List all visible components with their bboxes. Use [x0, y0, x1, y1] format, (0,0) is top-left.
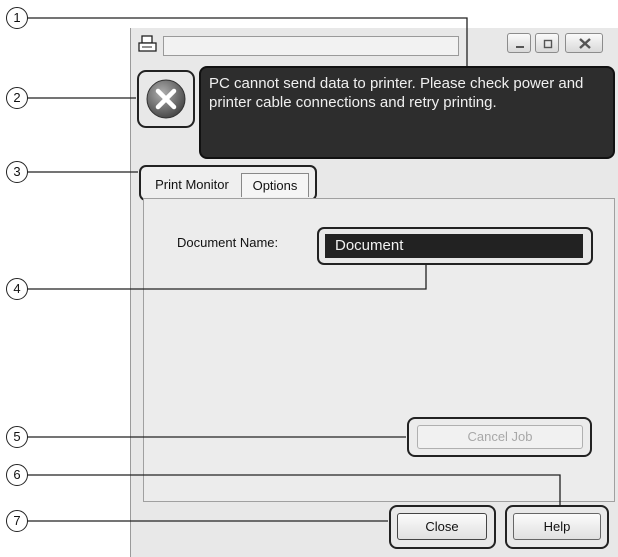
- printer-icon: [137, 34, 159, 54]
- title-bar: [131, 28, 618, 64]
- callout-7: 7: [6, 510, 28, 532]
- document-name-field: Document: [325, 234, 583, 258]
- callout-5: 5: [6, 426, 28, 448]
- cancel-job-button[interactable]: Cancel Job: [417, 425, 583, 449]
- document-name-label: Document Name:: [177, 235, 279, 250]
- minimize-button[interactable]: [507, 33, 531, 53]
- callout-6: 6: [6, 464, 28, 486]
- callout-4: 4: [6, 278, 28, 300]
- close-icon: [579, 38, 591, 49]
- print-status-window: PC cannot send data to printer. Please c…: [130, 28, 618, 557]
- callout-1: 1: [6, 7, 28, 29]
- callout-3: 3: [6, 161, 28, 183]
- window-title: [163, 36, 459, 56]
- close-window-button[interactable]: [565, 33, 603, 53]
- close-button[interactable]: Close: [397, 513, 487, 540]
- tab-print-monitor[interactable]: Print Monitor: [143, 173, 241, 197]
- maximize-button[interactable]: [535, 33, 559, 53]
- help-button[interactable]: Help: [513, 513, 601, 540]
- maximize-icon: [543, 39, 553, 49]
- error-icon-highlight: [137, 70, 195, 128]
- tab-options[interactable]: Options: [241, 173, 309, 197]
- minimize-icon: [516, 46, 524, 48]
- error-x-icon: [146, 79, 186, 119]
- status-message: PC cannot send data to printer. Please c…: [199, 66, 615, 159]
- callout-2: 2: [6, 87, 28, 109]
